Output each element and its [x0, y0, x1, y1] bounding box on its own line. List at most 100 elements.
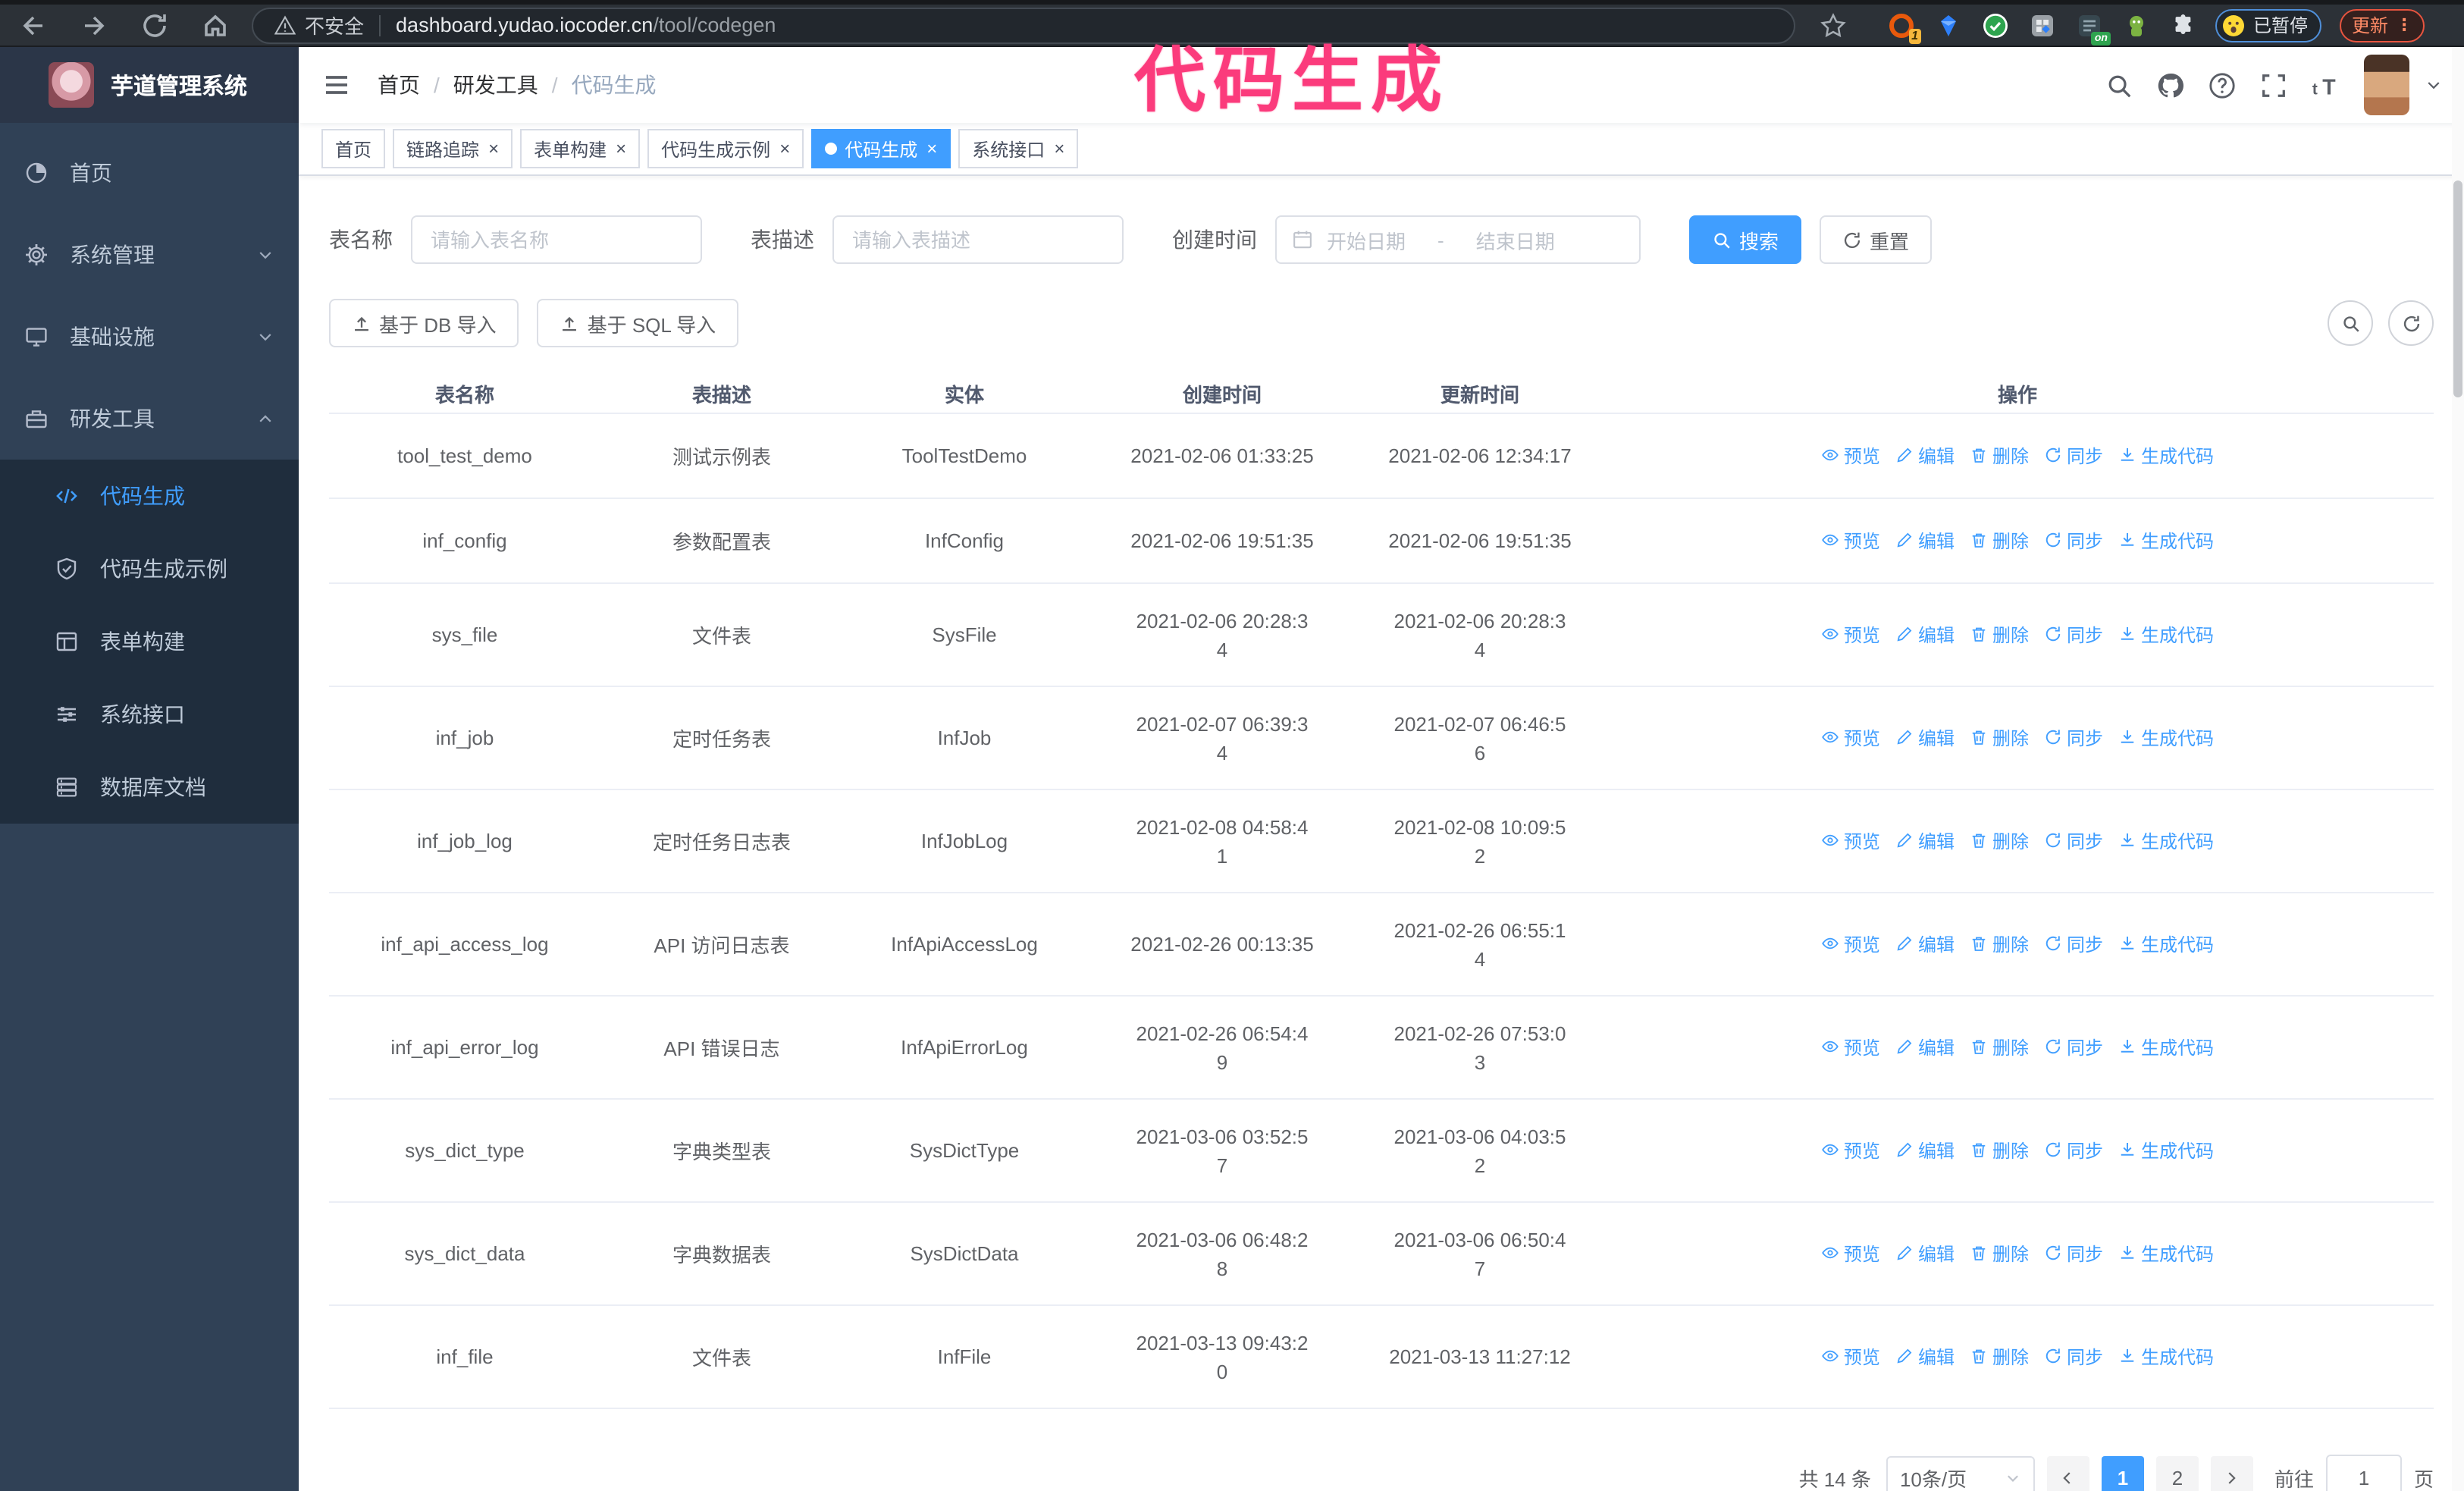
fullscreen-icon[interactable]: [2259, 71, 2288, 99]
tab-tag-3[interactable]: 表单构建 ×: [520, 129, 641, 168]
action-download[interactable]: 生成代码: [2118, 725, 2214, 751]
forward-icon[interactable]: [79, 10, 109, 40]
tab-tag-1[interactable]: 首页 ×: [321, 129, 386, 168]
tab-tag-4[interactable]: 代码生成示例 ×: [647, 129, 804, 168]
extensions-puzzle-icon[interactable]: [2170, 11, 2197, 39]
action-edit[interactable]: 编辑: [1895, 1241, 1955, 1267]
action-delete[interactable]: 删除: [1970, 725, 2029, 751]
close-tag-icon[interactable]: ×: [488, 140, 499, 158]
breadcrumb-item-2[interactable]: 研发工具: [453, 70, 538, 100]
sidebar-subitem-1[interactable]: 代码生成: [0, 460, 299, 532]
action-refresh[interactable]: 同步: [2044, 528, 2103, 554]
close-tag-icon[interactable]: ×: [616, 140, 626, 158]
sidebar-fold-icon[interactable]: [299, 70, 375, 100]
home-icon[interactable]: [200, 10, 230, 40]
action-refresh[interactable]: 同步: [2044, 1241, 2103, 1267]
action-download[interactable]: 生成代码: [2118, 443, 2214, 469]
app-logo[interactable]: 芋道管理系统: [0, 47, 299, 123]
browser-update-button[interactable]: 更新 ⋮: [2340, 8, 2425, 42]
close-tag-icon[interactable]: ×: [1054, 140, 1064, 158]
action-download[interactable]: 生成代码: [2118, 931, 2214, 957]
breadcrumb-item-1[interactable]: 首页: [378, 70, 420, 100]
sidebar-item-3[interactable]: 基础设施: [0, 296, 299, 378]
scrollbar-thumb[interactable]: [2453, 180, 2462, 397]
page-size-select[interactable]: 10条/页: [1886, 1456, 2035, 1491]
tab-tag-6[interactable]: 系统接口 ×: [958, 129, 1079, 168]
table-desc-input[interactable]: [832, 215, 1124, 264]
action-eye[interactable]: 预览: [1821, 528, 1880, 554]
action-edit[interactable]: 编辑: [1895, 443, 1955, 469]
action-refresh[interactable]: 同步: [2044, 725, 2103, 751]
action-download[interactable]: 生成代码: [2118, 1241, 2214, 1267]
import-db-button[interactable]: 基于 DB 导入: [329, 299, 519, 347]
action-download[interactable]: 生成代码: [2118, 828, 2214, 854]
sidebar-item-4[interactable]: 研发工具: [0, 378, 299, 460]
reload-icon[interactable]: [140, 10, 170, 40]
question-icon[interactable]: [2208, 71, 2237, 99]
refresh-table-button[interactable]: [2388, 300, 2434, 346]
action-edit[interactable]: 编辑: [1895, 528, 1955, 554]
not-secure-warning-icon[interactable]: [274, 14, 296, 36]
bookmark-star-icon[interactable]: [1820, 11, 1847, 39]
action-delete[interactable]: 删除: [1970, 828, 2029, 854]
profile-paused-badge[interactable]: 已暂停: [2215, 8, 2322, 42]
action-refresh[interactable]: 同步: [2044, 1034, 2103, 1060]
search-icon[interactable]: [2105, 71, 2133, 99]
action-edit[interactable]: 编辑: [1895, 1344, 1955, 1370]
sidebar-subitem-4[interactable]: 系统接口: [0, 678, 299, 751]
user-menu-caret-icon[interactable]: [2425, 76, 2443, 94]
tab-tag-5[interactable]: 代码生成 ×: [811, 129, 951, 168]
action-edit[interactable]: 编辑: [1895, 828, 1955, 854]
page-button-1[interactable]: 1: [2101, 1456, 2144, 1491]
user-avatar[interactable]: [2364, 55, 2409, 115]
action-eye[interactable]: 预览: [1821, 1034, 1880, 1060]
extension-icon-orange[interactable]: 1: [1888, 11, 1921, 43]
action-edit[interactable]: 编辑: [1895, 931, 1955, 957]
action-delete[interactable]: 删除: [1970, 1344, 2029, 1370]
sidebar-subitem-2[interactable]: 代码生成示例: [0, 532, 299, 605]
close-tag-icon[interactable]: ×: [926, 140, 937, 158]
action-download[interactable]: 生成代码: [2118, 1138, 2214, 1163]
action-delete[interactable]: 删除: [1970, 1138, 2029, 1163]
action-edit[interactable]: 编辑: [1895, 1138, 1955, 1163]
start-date-placeholder[interactable]: 开始日期: [1327, 225, 1406, 254]
table-name-input[interactable]: [411, 215, 702, 264]
import-sql-button[interactable]: 基于 SQL 导入: [537, 299, 739, 347]
end-date-placeholder[interactable]: 结束日期: [1476, 225, 1555, 254]
action-download[interactable]: 生成代码: [2118, 622, 2214, 648]
action-refresh[interactable]: 同步: [2044, 622, 2103, 648]
prev-page-button[interactable]: [2046, 1456, 2089, 1491]
action-delete[interactable]: 删除: [1970, 1241, 2029, 1267]
action-eye[interactable]: 预览: [1821, 1344, 1880, 1370]
action-refresh[interactable]: 同步: [2044, 1138, 2103, 1163]
action-eye[interactable]: 预览: [1821, 725, 1880, 751]
page-button-2[interactable]: 2: [2155, 1456, 2199, 1491]
toggle-search-button[interactable]: [2328, 300, 2373, 346]
next-page-button[interactable]: [2210, 1456, 2253, 1491]
browser-menu-dots-icon[interactable]: ⋮: [2396, 17, 2412, 33]
extension-icon-gem[interactable]: [1935, 11, 1962, 39]
action-refresh[interactable]: 同步: [2044, 1344, 2103, 1370]
action-edit[interactable]: 编辑: [1895, 725, 1955, 751]
action-refresh[interactable]: 同步: [2044, 443, 2103, 469]
action-eye[interactable]: 预览: [1821, 622, 1880, 648]
reset-button[interactable]: 重置: [1820, 215, 1933, 264]
github-icon[interactable]: [2156, 71, 2185, 99]
extension-icon-check[interactable]: [1982, 11, 2009, 39]
sidebar-subitem-5[interactable]: 数据库文档: [0, 751, 299, 824]
action-download[interactable]: 生成代码: [2118, 1034, 2214, 1060]
action-refresh[interactable]: 同步: [2044, 931, 2103, 957]
action-delete[interactable]: 删除: [1970, 528, 2029, 554]
action-delete[interactable]: 删除: [1970, 443, 2029, 469]
action-eye[interactable]: 预览: [1821, 443, 1880, 469]
action-eye[interactable]: 预览: [1821, 828, 1880, 854]
action-download[interactable]: 生成代码: [2118, 1344, 2214, 1370]
date-range-picker[interactable]: 开始日期 - 结束日期: [1275, 215, 1641, 264]
action-refresh[interactable]: 同步: [2044, 828, 2103, 854]
sidebar-item-1[interactable]: 首页: [0, 132, 299, 214]
action-eye[interactable]: 预览: [1821, 1138, 1880, 1163]
address-bar[interactable]: 不安全 dashboard.yudao.iocoder.cn/tool/code…: [252, 7, 1795, 43]
search-button[interactable]: 搜索: [1689, 215, 1802, 264]
sidebar-subitem-3[interactable]: 表单构建: [0, 605, 299, 678]
action-edit[interactable]: 编辑: [1895, 1034, 1955, 1060]
